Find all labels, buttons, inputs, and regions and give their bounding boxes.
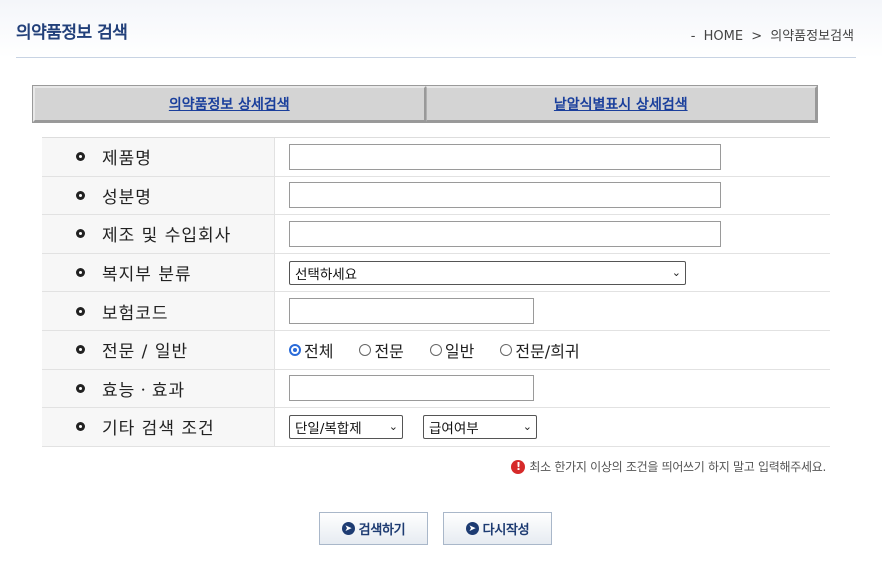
product-name-label: 제품명 (102, 149, 152, 170)
bullet-icon (76, 190, 85, 200)
radio-option-general[interactable]: 일반 (429, 338, 474, 362)
category-select[interactable]: 선택하세요 ⌄ (289, 260, 686, 285)
search-form: 제품명 성분명 제조 및 수입회사 복지부 분류 선택하세요 ⌄ 보험코드 전문… (42, 137, 830, 447)
breadcrumb: - HOME > 의약품정보검색 (687, 25, 854, 44)
radio-option-all[interactable]: 전체 (289, 338, 333, 362)
form-row-ingredient: 성분명 (42, 176, 830, 216)
arrow-right-icon: ➤ (465, 522, 479, 535)
warning-icon: ! (511, 459, 526, 474)
type-radio-group: 전체 전문 일반 전문/희귀 (289, 338, 606, 362)
breadcrumb-current: 의약품정보검색 (770, 29, 854, 44)
radio-option-prescription[interactable]: 전문 (359, 338, 404, 362)
bullet-icon (76, 229, 85, 239)
form-row-company: 제조 및 수입회사 (42, 215, 830, 254)
single-combination-select[interactable]: 단일/복합제 ⌄ (289, 414, 403, 439)
chevron-down-icon: ⌄ (671, 266, 681, 280)
breadcrumb-prefix: - (690, 29, 696, 44)
breadcrumb-separator: > (751, 29, 763, 44)
radio-unchecked-icon[interactable] (500, 343, 513, 356)
bullet-icon (76, 383, 85, 393)
tab-pill-identification-search[interactable]: 낱알식별표시 상세검색 (425, 86, 817, 122)
page-title: 의약품정보 검색 (16, 23, 128, 43)
notice-text: 최소 한가지 이상의 조건을 띄어쓰기 하지 말고 입력해주세요. (529, 460, 826, 474)
insurance-code-label: 보험코드 (102, 303, 169, 324)
type-label: 전문 / 일반 (102, 342, 189, 363)
other-conditions-label: 기타 검색 조건 (102, 419, 215, 440)
bullet-icon (76, 268, 85, 278)
header-divider (16, 57, 856, 58)
reimbursement-select[interactable]: 급여여부 ⌄ (423, 414, 537, 439)
bullet-icon (76, 345, 85, 355)
radio-checked-icon[interactable] (289, 343, 301, 356)
search-tabs: 의약품정보 상세검색 낱알식별표시 상세검색 (32, 85, 818, 123)
bullet-icon (76, 422, 85, 432)
tab-drug-detail-search[interactable]: 의약품정보 상세검색 (33, 86, 426, 122)
form-row-product-name: 제품명 (42, 138, 830, 177)
form-row-other: 기타 검색 조건 단일/복합제 ⌄ 급여여부 ⌄ (42, 408, 830, 447)
radio-unchecked-icon[interactable] (429, 343, 442, 356)
form-row-category: 복지부 분류 선택하세요 ⌄ (42, 253, 830, 293)
insurance-code-input[interactable] (289, 298, 534, 325)
chevron-down-icon: ⌄ (388, 420, 398, 434)
reset-button[interactable]: ➤ 다시작성 (443, 512, 552, 545)
category-select-value: 선택하세요 (295, 266, 358, 283)
category-label: 복지부 분류 (102, 265, 192, 286)
bullet-icon (76, 152, 85, 162)
search-button[interactable]: ➤ 검색하기 (319, 512, 428, 545)
ingredient-input[interactable] (289, 182, 721, 209)
form-row-efficacy: 효능ㆍ효과 (42, 369, 830, 409)
form-row-insurance-code: 보험코드 (42, 292, 830, 331)
chevron-down-icon: ⌄ (522, 420, 532, 434)
company-label: 제조 및 수입회사 (102, 226, 232, 247)
radio-option-rare[interactable]: 전문/희귀 (500, 338, 580, 362)
bullet-icon (76, 306, 85, 316)
efficacy-input[interactable] (289, 375, 534, 402)
notice-message: ! 최소 한가지 이상의 조건을 띄어쓰기 하지 말고 입력해주세요. (511, 458, 826, 475)
form-row-type: 전문 / 일반 전체 전문 일반 전문/희귀 (42, 330, 830, 370)
efficacy-label: 효능ㆍ효과 (102, 380, 186, 401)
breadcrumb-home[interactable]: HOME (704, 29, 743, 44)
radio-unchecked-icon[interactable] (359, 343, 372, 356)
product-name-input[interactable] (289, 143, 721, 170)
ingredient-label: 성분명 (102, 187, 152, 208)
arrow-right-icon: ➤ (341, 522, 355, 535)
header: 의약품정보 검색 - HOME > 의약품정보검색 (0, 0, 882, 58)
company-input[interactable] (289, 220, 721, 247)
